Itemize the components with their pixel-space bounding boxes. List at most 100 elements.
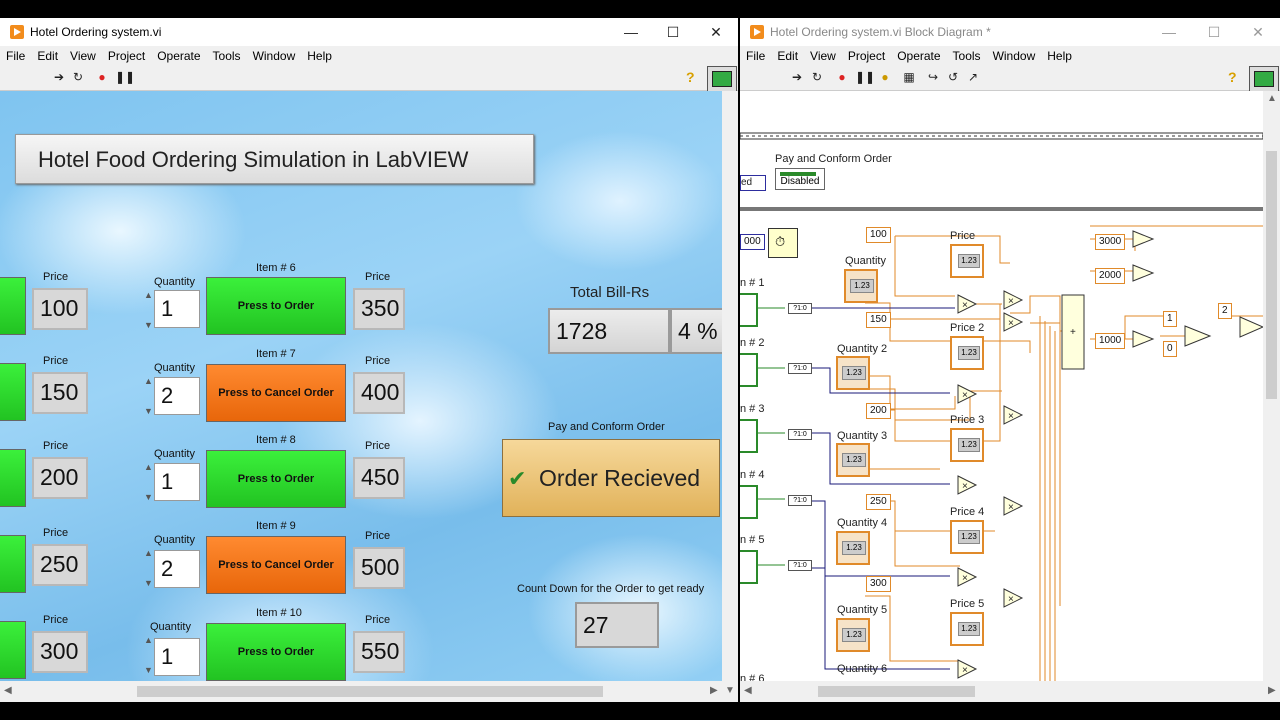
help-icon[interactable]: ?: [1228, 69, 1237, 85]
decrement-icon[interactable]: ▼: [144, 320, 154, 330]
price-constant-3[interactable]: 200: [866, 403, 891, 419]
price-constant-2[interactable]: 150: [866, 312, 891, 328]
disabled-property-node[interactable]: Disabled: [775, 168, 825, 190]
order-button-2[interactable]: [0, 363, 26, 421]
run-continuously-icon[interactable]: ↻: [810, 70, 824, 84]
timer-constant[interactable]: 000: [740, 234, 765, 250]
close-icon[interactable]: ✕: [1247, 22, 1269, 42]
quantity-terminal-4[interactable]: [836, 531, 870, 565]
menu-help[interactable]: Help: [1041, 46, 1078, 66]
quantity-input-9[interactable]: 2: [154, 550, 200, 588]
menu-edit[interactable]: Edit: [771, 46, 804, 66]
increment-icon[interactable]: ▲: [144, 548, 154, 558]
item-terminal-3[interactable]: [740, 419, 758, 453]
horizontal-scrollbar[interactable]: ◀ ▶: [740, 683, 1280, 699]
select-constant-1[interactable]: 1: [1163, 311, 1177, 327]
quantity-input-10[interactable]: 1: [154, 638, 200, 676]
item-terminal-5[interactable]: [740, 550, 758, 584]
price-terminal-4[interactable]: [950, 520, 984, 554]
horizontal-scrollbar[interactable]: ◀ ▶: [0, 683, 722, 699]
menu-tools[interactable]: Tools: [947, 46, 987, 66]
quantity-terminal-5[interactable]: [836, 618, 870, 652]
pay-order-button[interactable]: Order Recieved: [502, 439, 720, 517]
menu-file[interactable]: File: [740, 46, 771, 66]
quantity-terminal-3[interactable]: [836, 443, 870, 477]
menu-tools[interactable]: Tools: [207, 46, 247, 66]
increment-icon[interactable]: ▲: [144, 290, 154, 300]
abort-icon[interactable]: ●: [95, 70, 109, 84]
enum-control[interactable]: ed: [740, 175, 766, 191]
price-terminal-5[interactable]: [950, 612, 984, 646]
step-into-icon[interactable]: ↪: [926, 70, 940, 84]
vertical-scrollbar[interactable]: ▼: [722, 91, 738, 696]
price-constant-5[interactable]: 300: [866, 576, 891, 592]
run-continuously-icon[interactable]: ↻: [71, 70, 85, 84]
maximize-icon[interactable]: ☐: [1203, 22, 1225, 42]
vertical-scrollbar[interactable]: ▲: [1263, 91, 1280, 681]
scroll-thumb[interactable]: [137, 686, 603, 697]
menu-window[interactable]: Window: [987, 46, 1042, 66]
decrement-icon[interactable]: ▼: [144, 492, 154, 502]
maximize-icon[interactable]: ☐: [662, 22, 684, 42]
menu-window[interactable]: Window: [247, 46, 302, 66]
order-button-10[interactable]: Press to Order: [206, 623, 346, 681]
highlight-execution-icon[interactable]: ●: [878, 70, 892, 84]
menu-file[interactable]: File: [0, 46, 31, 66]
increment-icon[interactable]: ▲: [144, 376, 154, 386]
quantity-input-6[interactable]: 1: [154, 290, 200, 328]
abort-icon[interactable]: ●: [835, 70, 849, 84]
quantity-input-7[interactable]: 2: [154, 377, 200, 415]
scroll-up-icon[interactable]: ▲: [1267, 93, 1277, 104]
order-button-1[interactable]: [0, 277, 26, 335]
threshold-constant-2000[interactable]: 2000: [1095, 268, 1126, 284]
menu-view[interactable]: View: [804, 46, 842, 66]
retain-wire-values-icon[interactable]: ▦: [902, 70, 916, 84]
select-constant-0[interactable]: 0: [1163, 341, 1177, 357]
threshold-constant-3000[interactable]: 3000: [1095, 234, 1126, 250]
price-constant-1[interactable]: 100: [866, 227, 891, 243]
decrement-icon[interactable]: ▼: [144, 406, 154, 416]
menu-view[interactable]: View: [64, 46, 102, 66]
quantity-input-8[interactable]: 1: [154, 463, 200, 501]
order-button-6[interactable]: Press to Order: [206, 277, 346, 335]
quantity-terminal-1[interactable]: [844, 269, 878, 303]
pause-icon[interactable]: ❚❚: [855, 70, 875, 84]
step-out-icon[interactable]: ↗: [966, 70, 980, 84]
select-constant-2[interactable]: 2: [1218, 303, 1232, 319]
decrement-icon[interactable]: ▼: [144, 578, 154, 588]
increment-icon[interactable]: ▲: [144, 635, 154, 645]
increment-icon[interactable]: ▲: [144, 462, 154, 472]
item-terminal-1[interactable]: [740, 293, 758, 327]
price-constant-4[interactable]: 250: [866, 494, 891, 510]
order-button-8[interactable]: Press to Order: [206, 450, 346, 508]
menu-edit[interactable]: Edit: [31, 46, 64, 66]
order-button-4[interactable]: [0, 535, 26, 593]
menu-project[interactable]: Project: [102, 46, 151, 66]
scroll-right-icon[interactable]: ▶: [710, 685, 718, 696]
item-terminal-4[interactable]: [740, 485, 758, 519]
order-button-5[interactable]: [0, 621, 26, 679]
quantity-terminal-2[interactable]: [836, 356, 870, 390]
menu-operate[interactable]: Operate: [151, 46, 206, 66]
scroll-left-icon[interactable]: ◀: [4, 685, 12, 696]
decrement-icon[interactable]: ▼: [144, 665, 154, 675]
step-over-icon[interactable]: ↺: [946, 70, 960, 84]
scroll-left-icon[interactable]: ◀: [744, 685, 752, 696]
pause-icon[interactable]: ❚❚: [115, 70, 135, 84]
menu-project[interactable]: Project: [842, 46, 891, 66]
close-icon[interactable]: ✕: [705, 22, 727, 42]
price-terminal-2[interactable]: [950, 336, 984, 370]
scroll-down-icon[interactable]: ▼: [725, 685, 735, 696]
run-arrow-icon[interactable]: ➔: [790, 70, 804, 84]
minimize-icon[interactable]: —: [620, 22, 642, 42]
price-terminal-1[interactable]: [950, 244, 984, 278]
menu-help[interactable]: Help: [301, 46, 338, 66]
run-arrow-icon[interactable]: ➔: [52, 70, 66, 84]
order-button-7[interactable]: Press to Cancel Order: [206, 364, 346, 422]
scroll-right-icon[interactable]: ▶: [1268, 685, 1276, 696]
price-terminal-3[interactable]: [950, 428, 984, 462]
menu-operate[interactable]: Operate: [891, 46, 946, 66]
minimize-icon[interactable]: —: [1158, 22, 1180, 42]
threshold-constant-1000[interactable]: 1000: [1095, 333, 1126, 349]
order-button-3[interactable]: [0, 449, 26, 507]
